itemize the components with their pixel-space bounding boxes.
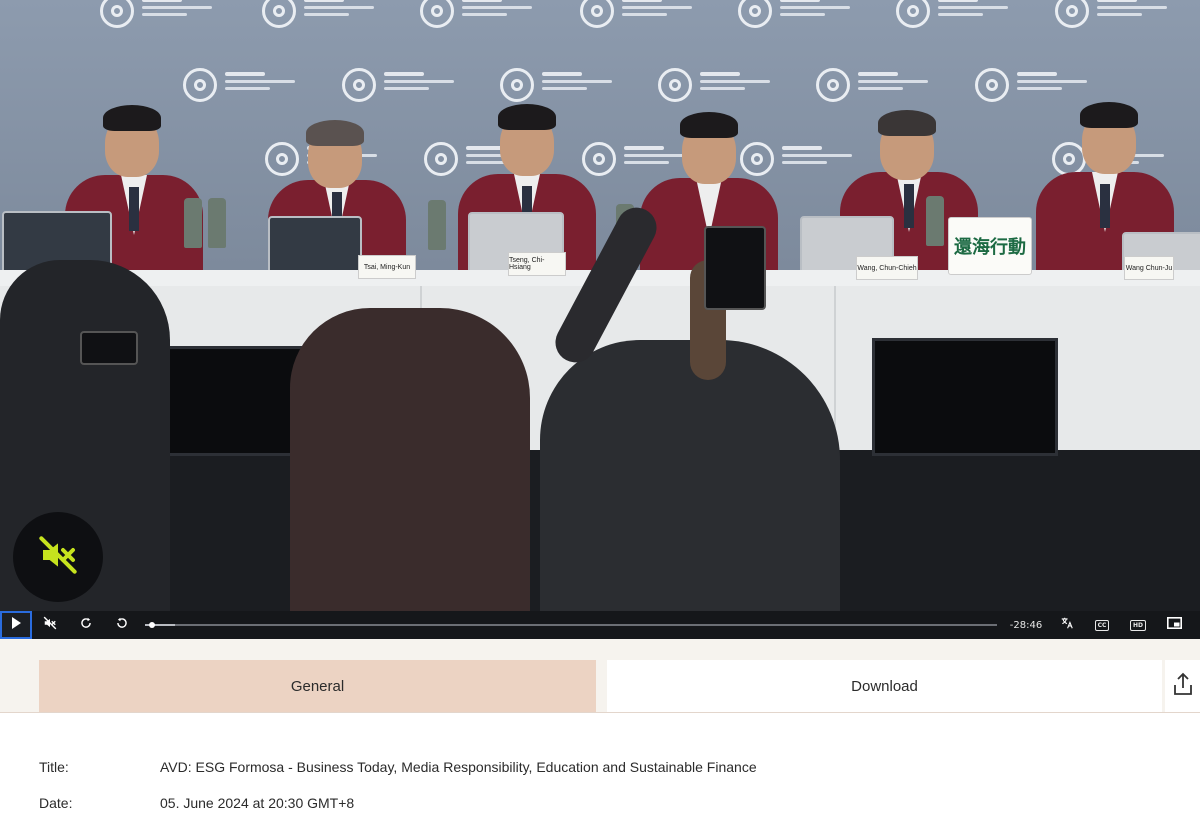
play-button[interactable]: [0, 611, 32, 639]
rotate-forward-icon: [79, 616, 93, 635]
seek-handle[interactable]: [148, 622, 155, 628]
laptop: [268, 216, 362, 278]
picture-in-picture-button[interactable]: [1163, 611, 1185, 639]
picture-in-picture-icon: [1166, 616, 1182, 634]
unfccc-logo: [420, 0, 570, 34]
mute-button[interactable]: [38, 611, 62, 639]
date-value: 05. June 2024 at 20:30 GMT+8: [160, 795, 355, 811]
seek-bar[interactable]: [145, 622, 997, 628]
video-frame[interactable]: Tsai, Ming-Kun Tseng, Chi-Hsiang Wang, C…: [0, 0, 1200, 611]
audience-member: [290, 308, 530, 611]
unfccc-logo: [342, 68, 492, 108]
date-label: Date:: [39, 795, 73, 811]
share-button[interactable]: [1165, 660, 1200, 712]
unfccc-logo: [500, 68, 650, 108]
unfccc-logo: [580, 0, 730, 34]
name-placard: Tseng, Chi-Hsiang: [508, 252, 566, 276]
bottle: [208, 198, 226, 248]
unfccc-logo: [816, 68, 966, 108]
name-placard: Wang Chun-Ju: [1124, 256, 1174, 280]
video-details: Title: AVD: ESG Formosa - Business Today…: [0, 713, 1200, 823]
tab-bar: General Download: [0, 639, 1200, 713]
video-control-bar: -28:46 CC HD: [0, 611, 1200, 639]
phone: [80, 331, 138, 365]
skip-forward-button[interactable]: [74, 611, 98, 639]
tab-download[interactable]: Download: [607, 660, 1162, 712]
captions-button[interactable]: CC: [1091, 611, 1113, 639]
title-value: AVD: ESG Formosa - Business Today, Media…: [160, 759, 757, 775]
unfccc-logo: [183, 68, 333, 108]
translate-icon: [1060, 616, 1074, 635]
rotate-back-icon: [115, 616, 129, 635]
unfccc-logo: [100, 0, 250, 34]
language-button[interactable]: [1056, 611, 1078, 639]
unfccc-logo: [738, 0, 888, 34]
phone: [704, 226, 766, 310]
muted-speaker-icon: [38, 535, 78, 580]
share-icon: [1173, 672, 1193, 701]
seek-track: [145, 624, 997, 626]
skip-back-button[interactable]: [110, 611, 134, 639]
bottle: [428, 200, 446, 250]
unmute-overlay-button[interactable]: [13, 512, 103, 602]
audience-member: [540, 340, 840, 611]
muted-speaker-icon: [43, 616, 57, 635]
bottle: [184, 198, 202, 248]
hd-label: HD: [1129, 619, 1146, 631]
unfccc-logo: [658, 68, 808, 108]
unfccc-logo: [896, 0, 1046, 34]
title-label: Title:: [39, 759, 69, 775]
unfccc-logo: [262, 0, 412, 34]
play-icon: [11, 616, 21, 634]
campaign-sign: 還海行動: [948, 217, 1032, 275]
name-placard: Tsai, Ming-Kun: [358, 255, 416, 279]
remaining-time: -28:46: [1009, 619, 1043, 631]
bottle: [926, 196, 944, 246]
unfccc-logo: [1055, 0, 1200, 34]
monitor: [872, 338, 1058, 456]
tab-general[interactable]: General: [39, 660, 596, 712]
hd-quality-button[interactable]: HD: [1127, 611, 1149, 639]
cc-label: CC: [1094, 619, 1110, 631]
name-placard: Wang, Chun-Chieh: [856, 256, 918, 280]
